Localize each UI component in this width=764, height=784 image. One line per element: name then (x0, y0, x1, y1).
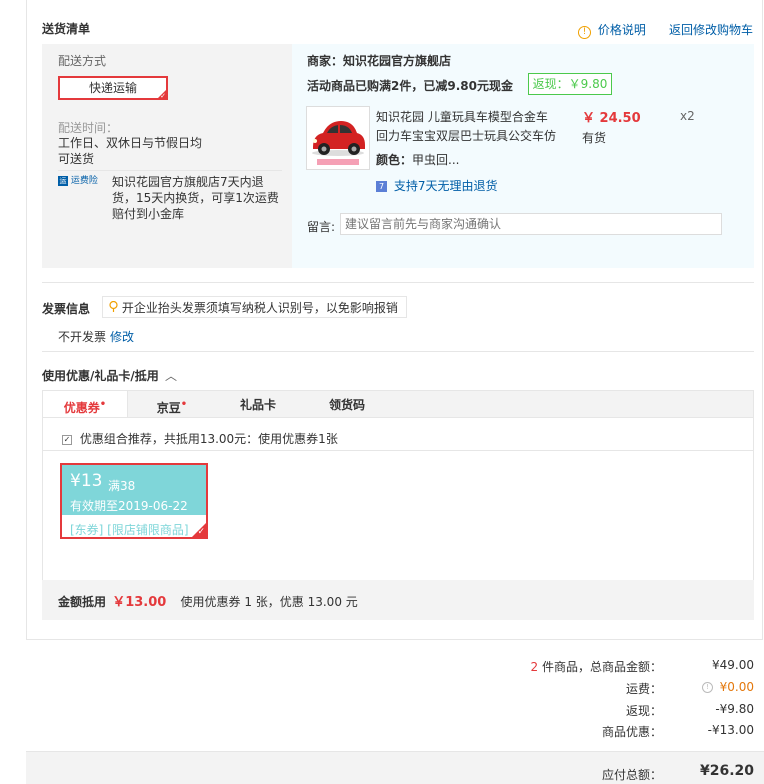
tab-gift-card[interactable]: 礼品卡 (227, 391, 289, 419)
toy-car-image (307, 107, 369, 169)
store-name: 商家：知识花园官方旗舰店 (307, 54, 452, 68)
tab-jingdou[interactable]: 京豆• (141, 391, 203, 419)
discount-summary: 金额抵用 ￥13.00 使用优惠券 1 张，优惠 13.00 元 (58, 591, 358, 610)
freight-amount: ¥0.00 (719, 680, 754, 694)
discount-summary-label: 金额抵用 (58, 595, 107, 609)
promo-text: 活动商品已购满2件，已减9.80元现金 (307, 79, 513, 93)
color-label: 颜色： (376, 153, 413, 167)
delivery-time-line1: 工作日、双休日与节假日均 (58, 136, 203, 150)
discount-total-label: 商品优惠： (601, 725, 662, 739)
coupon-card[interactable]: ¥13 满38 有效期至2019-06-22 [东券] [限店铺限商品] ✓ (60, 463, 208, 539)
payable-amount: ¥26.20 (699, 763, 754, 779)
chevron-up-icon: ︿ (164, 369, 177, 383)
invoice-divider (42, 351, 754, 352)
price-note-link[interactable]: ! 价格说明 (578, 21, 646, 39)
check-icon: ✓ (160, 92, 166, 100)
color-value: 甲虫回... (412, 153, 460, 167)
product-quantity: x2 (680, 109, 695, 123)
return-policy-text: 支持7天无理由退货 (393, 179, 498, 193)
coupon-header: ¥13 满38 有效期至2019-06-22 (62, 465, 206, 515)
lightbulb-icon (109, 300, 118, 312)
tab-coupon[interactable]: 优惠券• (43, 391, 128, 420)
coupon-expiry: 有效期至2019-06-22 (70, 499, 188, 513)
tab-redeem-code[interactable]: 领货码 (315, 391, 379, 419)
express-shipping-label: 快递运输 (88, 81, 137, 95)
insurance-text-line2: 货，15天内换货，可享1次运费 (112, 191, 279, 205)
delivery-list-title: 送货清单 (42, 22, 91, 36)
rebate-total-label: 返现： (625, 704, 662, 718)
remark-input[interactable] (340, 213, 722, 235)
discount-total-amount: -¥13.00 (707, 723, 754, 737)
stock-status: 有货 (582, 131, 607, 145)
remark-label: 留言: (307, 220, 336, 234)
invoice-edit-link[interactable]: 修改 (110, 328, 134, 345)
frame-right-border (762, 0, 763, 640)
frame-left-border (26, 0, 27, 640)
section-divider (42, 282, 754, 283)
freight-label: 运费： (625, 682, 662, 696)
coupon-divider (43, 450, 753, 451)
combo-text: 优惠组合推荐，共抵用13.00元：使用优惠券1张 (79, 432, 338, 446)
return-policy-icon: 7 (376, 181, 387, 192)
express-shipping-option[interactable]: 快递运输 ✓ (58, 76, 168, 100)
combo-checkbox[interactable]: ✓ (62, 434, 72, 445)
shipping-method-label: 配送方式 (58, 54, 107, 68)
product-title-line2[interactable]: 回力车宝宝双层巴士玩具公交车仿 (376, 127, 556, 144)
product-color: 颜色：甲虫回... (376, 151, 459, 168)
invoice-tip-text: 开企业抬头发票须填写纳税人识别号，以免影响报销 (121, 301, 398, 315)
invoice-title: 发票信息 (42, 302, 91, 316)
frame-bottom-border (26, 639, 763, 640)
product-title-line1[interactable]: 知识花园 儿童玩具车模型合金车 (376, 108, 548, 125)
insurance-text: 知识花园官方旗舰店7天内退 货，15天内换货，可享1次运费 赔付到小金库 (112, 174, 279, 222)
product-image[interactable] (306, 106, 370, 170)
insurance-icon: 运 (58, 175, 68, 186)
goods-count-suffix: 件商品，总商品金额： (541, 660, 662, 674)
discount-summary-amount: ￥13.00 (112, 595, 167, 610)
goods-amount: ¥49.00 (712, 658, 754, 672)
invoice-tip: 开企业抬头发票须填写纳税人识别号，以免影响报销 (102, 296, 407, 318)
coupon-condition: 满38 (108, 479, 136, 493)
coupon-scope: [东券] [限店铺限商品] (70, 523, 189, 537)
insurance-badge: 运 运费险 (58, 175, 98, 186)
combo-recommend[interactable]: ✓ 优惠组合推荐，共抵用13.00元：使用优惠券1张 (62, 430, 338, 447)
discount-summary-text: 使用优惠券 1 张，优惠 13.00 元 (180, 595, 358, 609)
invoice-value: 不开发票 (58, 330, 107, 344)
coupon-amount: ¥13 (70, 471, 103, 491)
payable-label: 应付总额： (601, 768, 662, 782)
goods-count: 2 (530, 660, 539, 674)
insurance-text-line3: 赔付到小金库 (112, 207, 185, 221)
delivery-time-line2: 可送货 (58, 152, 95, 166)
return-policy: 7 支持7天无理由退货 (376, 177, 497, 194)
product-price: ￥ 24.50 (582, 111, 641, 126)
rebate-tag: 返现：￥9.80 (528, 73, 612, 95)
discount-title: 使用优惠/礼品卡/抵用 (42, 369, 159, 383)
rebate-total-amount: -¥9.80 (715, 702, 754, 716)
discount-tabs: 优惠券• 京豆• 礼品卡 领货码 (42, 390, 754, 420)
check-icon: ✓ (197, 527, 205, 537)
insurance-text-line1: 知识花园官方旗舰店7天内退 (112, 175, 264, 189)
discount-section-toggle[interactable]: 使用优惠/礼品卡/抵用 ︿ (42, 367, 177, 384)
goods-count-label: 2 件商品，总商品金额： (510, 658, 662, 675)
info-icon: ! (578, 26, 591, 39)
shipping-divider (58, 170, 282, 171)
back-to-cart-link[interactable]: 返回修改购物车 (669, 21, 753, 38)
